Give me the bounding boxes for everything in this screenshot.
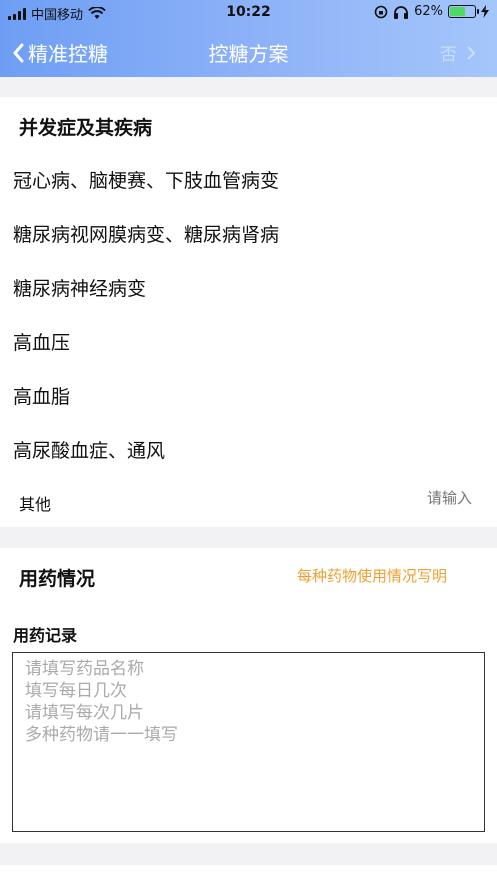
medication-record-textarea[interactable]: 请填写药品名称 填写每日几次 请填写每次几片 多种药物请一一填写 (12, 652, 485, 832)
header-bar: 中国移动 10:22 62% 精准控糖 控糖方案 否 (0, 0, 497, 77)
page-title: 控糖方案 (208, 42, 289, 66)
nav-right-button[interactable]: 否 (440, 40, 475, 65)
battery-percent: 62% (414, 4, 443, 19)
next-section (0, 865, 497, 883)
nav-right-label: 否 (440, 45, 457, 65)
complication-item[interactable]: 糖尿病视网膜病变、糖尿病肾病 (13, 220, 279, 247)
complication-item[interactable]: 冠心病、脑梗赛、下肢血管病变 (13, 166, 279, 193)
placeholder-line: 请填写每次几片 (25, 703, 144, 723)
medication-title: 用药情况 (19, 568, 96, 590)
complication-item[interactable]: 高尿酸血症、通风 (13, 436, 165, 463)
status-bar: 中国移动 10:22 62% (0, 0, 497, 26)
complication-item[interactable]: 糖尿病神经病变 (13, 274, 146, 301)
other-label: 其他 (19, 495, 52, 514)
other-input[interactable] (272, 489, 472, 507)
forward-chevron-icon (467, 45, 475, 60)
complications-title: 并发症及其疾病 (19, 117, 153, 139)
headphones-icon (394, 5, 409, 19)
medication-hint: 每种药物使用情况写明 (296, 567, 447, 585)
medication-record-label: 用药记录 (13, 626, 78, 645)
complication-item[interactable]: 高血脂 (13, 382, 70, 409)
charging-icon (481, 5, 489, 18)
placeholder-line: 填写每日几次 (25, 681, 127, 701)
lock-rotation-icon (374, 5, 388, 18)
medication-section: 用药情况 每种药物使用情况写明 用药记录 请填写药品名称 填写每日几次 请填写每… (0, 548, 497, 843)
placeholder-line: 请填写药品名称 (25, 659, 144, 679)
navigation-bar: 精准控糖 控糖方案 否 (0, 26, 497, 76)
complication-item[interactable]: 高血压 (13, 328, 70, 355)
battery-icon (448, 5, 479, 18)
complications-section: 并发症及其疾病 冠心病、脑梗赛、下肢血管病变 糖尿病视网膜病变、糖尿病肾病 糖尿… (0, 97, 497, 527)
placeholder-line: 多种药物请一一填写 (25, 725, 178, 745)
